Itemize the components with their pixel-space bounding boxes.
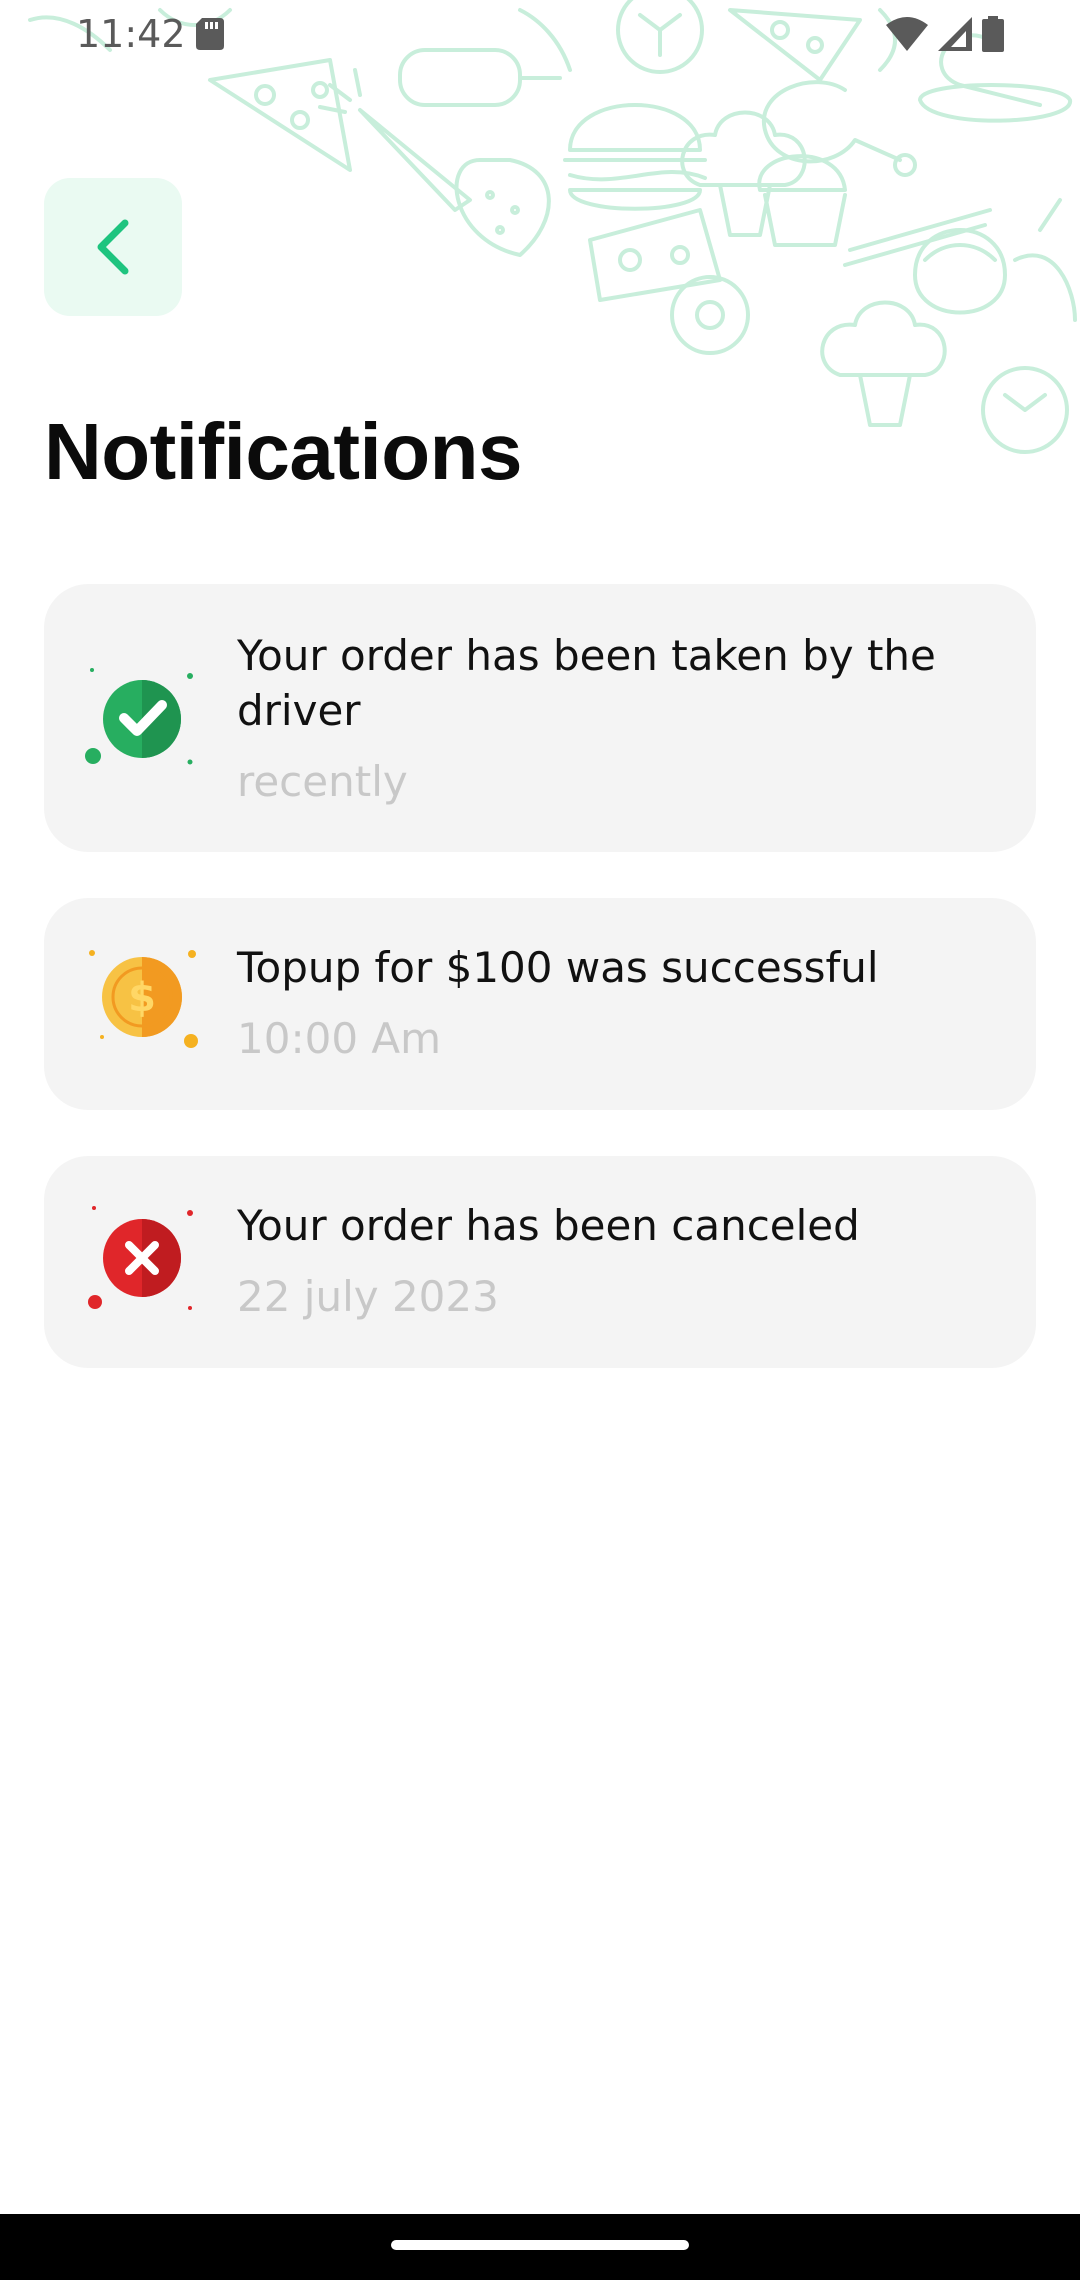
notification-list: Your order has been taken by the driver … [44,584,1036,1414]
notification-time: recently [237,757,408,806]
back-button[interactable] [44,178,182,316]
notification-text: Your order has been canceled 22 july 202… [237,1198,996,1324]
status-time: 11:42 [76,12,186,56]
notifications-screen: 11:42 Notifications Your order has been … [0,0,1080,2280]
chevron-left-icon [97,219,129,275]
notification-card[interactable]: Your order has been taken by the driver … [44,584,1036,852]
page-title: Notifications [44,407,522,496]
notification-time: 10:00 Am [237,1014,442,1063]
notification-title: Your order has been canceled [237,1201,860,1250]
notification-icon-container [84,658,202,776]
sd-card-icon [196,18,224,50]
coin-icon: $ [89,950,198,1048]
notification-time: 22 july 2023 [237,1272,499,1321]
wifi-icon [886,17,928,51]
check-circle-icon [85,668,193,765]
notification-title: Your order has been taken by the driver [237,631,936,735]
cross-circle-icon [88,1206,193,1310]
cellular-signal-icon [938,17,972,51]
battery-icon [982,16,1004,52]
notification-text: Your order has been taken by the driver … [237,628,996,809]
status-bar: 11:42 [0,0,1080,66]
notification-card[interactable]: $ Topup for $100 was successful 10:00 Am [44,898,1036,1110]
notification-title: Topup for $100 was successful [237,943,879,992]
notification-text: Topup for $100 was successful 10:00 Am [237,940,996,1066]
notification-icon-container [84,1202,202,1320]
svg-text:$: $ [128,975,156,1021]
home-indicator[interactable] [391,2240,689,2250]
notification-card[interactable]: Your order has been canceled 22 july 202… [44,1156,1036,1368]
notification-icon-container: $ [84,944,202,1062]
